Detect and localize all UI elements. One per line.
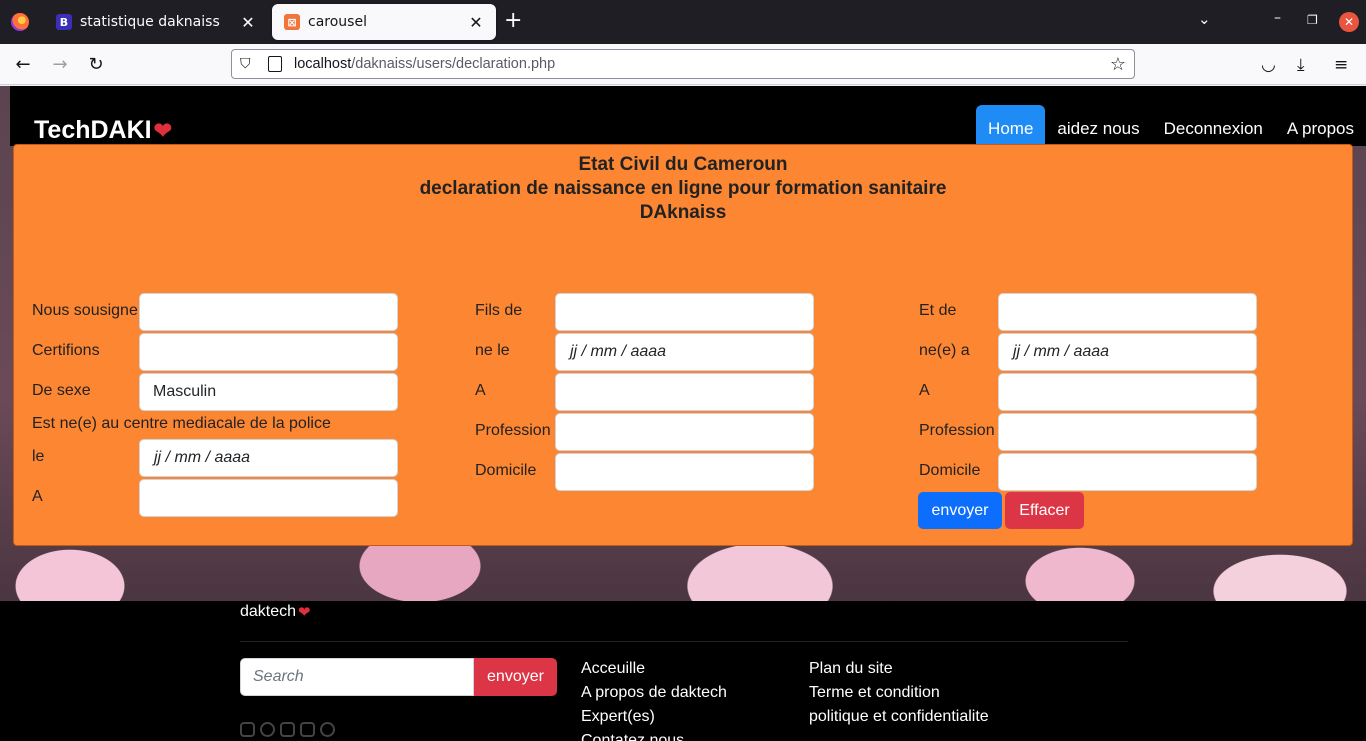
label-et-de: Et de: [919, 302, 957, 319]
firefox-icon[interactable]: [11, 13, 29, 31]
footer-link-experts[interactable]: Expert(es): [581, 705, 727, 729]
back-arrow-icon[interactable]: ←: [12, 54, 34, 76]
instagram-icon[interactable]: [240, 722, 255, 737]
new-tab-icon[interactable]: +: [504, 9, 522, 33]
bootstrap-favicon-icon: B: [56, 14, 72, 30]
mother-name-input[interactable]: [998, 293, 1257, 331]
reset-button[interactable]: Effacer: [1005, 492, 1084, 529]
footer-links-col2: Plan du site Terme et condition politiqu…: [809, 657, 989, 729]
mother-profession-input[interactable]: [998, 413, 1257, 451]
page-viewport: TechDAKI ❤ Home aidez nous Deconnexion A…: [0, 86, 1366, 741]
nav-aidez-nous[interactable]: aidez nous: [1045, 105, 1151, 146]
facebook-icon[interactable]: [260, 722, 275, 737]
footer-links-col1: Acceuille A propos de daktech Expert(es)…: [581, 657, 727, 741]
close-window-icon[interactable]: ✕: [1339, 12, 1359, 32]
hamburger-menu-icon[interactable]: ≡: [1334, 55, 1348, 75]
label-domicile: Domicile: [475, 462, 537, 479]
brand-name: TechDAKI: [34, 116, 152, 144]
label-a: A: [919, 382, 930, 399]
submit-button[interactable]: envoyer: [918, 492, 1002, 529]
download-icon[interactable]: ⤓: [1297, 55, 1305, 75]
mother-birth-date-input[interactable]: jj / mm / aaaa: [998, 333, 1257, 371]
nous-sousigne-input[interactable]: [139, 293, 398, 331]
label-ne-a: ne(e) a: [919, 342, 970, 359]
footer-link-contact[interactable]: Contatez nous: [581, 729, 727, 741]
footer-brand[interactable]: daktech ❤: [240, 603, 311, 621]
minimize-icon[interactable]: –: [1274, 10, 1281, 26]
footer-link-plan-du-site[interactable]: Plan du site: [809, 657, 989, 681]
label-nous-sousigne: Nous sousigne: [32, 302, 138, 319]
url-text[interactable]: localhost/daknaiss/users/declaration.php: [294, 56, 1110, 72]
site-navigation: Home aidez nous Deconnexion A propos: [976, 105, 1366, 146]
heart-hand-icon: ❤: [153, 117, 173, 143]
bookmark-star-icon[interactable]: ☆: [1110, 54, 1126, 75]
shield-icon[interactable]: ⛉: [240, 56, 256, 72]
url-bar[interactable]: ⛉ localhost/daknaiss/users/declaration.p…: [231, 49, 1135, 79]
label-le: le: [32, 448, 45, 465]
label-de-sexe: De sexe: [32, 382, 91, 399]
browser-navigation-bar: ← → ↻ ⛉ localhost/daknaiss/users/declara…: [0, 44, 1366, 85]
close-tab-icon[interactable]: ✕: [240, 13, 256, 32]
label-a: A: [475, 382, 486, 399]
page-icon[interactable]: [268, 56, 282, 72]
footer-search-button[interactable]: envoyer: [474, 658, 557, 696]
birth-date-input[interactable]: jj / mm / aaaa: [139, 439, 398, 477]
father-birth-date-input[interactable]: jj / mm / aaaa: [555, 333, 814, 371]
label-est-ne: Est ne(e) au centre mediacale de la poli…: [32, 415, 331, 432]
father-domicile-input[interactable]: [555, 453, 814, 491]
footer-link-acceuille[interactable]: Acceuille: [581, 657, 727, 681]
chevron-down-icon[interactable]: ⌄: [1198, 10, 1211, 28]
forward-arrow-icon[interactable]: →: [49, 54, 71, 76]
label-profession: Profession: [475, 422, 551, 439]
close-tab-icon[interactable]: ✕: [468, 13, 484, 32]
heart-hand-icon: ❤: [298, 604, 311, 621]
form-title: Etat Civil du Cameroun declaration de na…: [14, 153, 1352, 225]
reload-icon[interactable]: ↻: [85, 54, 107, 76]
certifions-input[interactable]: [139, 333, 398, 371]
father-name-input[interactable]: [555, 293, 814, 331]
title-line-3: DAknaiss: [639, 202, 727, 223]
label-fils-de: Fils de: [475, 302, 523, 319]
footer-search-input[interactable]: Search: [240, 658, 474, 696]
xampp-favicon-icon: ⊠: [284, 14, 300, 30]
tab-carousel[interactable]: ⊠ carousel ✕: [272, 4, 496, 40]
social-icons: [240, 722, 335, 737]
tab-title: carousel: [308, 14, 367, 30]
label-domicile: Domicile: [919, 462, 981, 479]
mother-birth-place-input[interactable]: [998, 373, 1257, 411]
pocket-icon[interactable]: ◡: [1261, 55, 1276, 75]
tab-title: statistique daknaiss: [80, 14, 220, 30]
title-line-1: Etat Civil du Cameroun: [578, 154, 788, 175]
label-ne-le: ne le: [475, 342, 510, 359]
url-host: localhost: [294, 56, 352, 72]
sexe-select[interactable]: Masculin: [139, 373, 398, 411]
footer-divider: [240, 641, 1128, 642]
footer-link-politique[interactable]: politique et confidentialite: [809, 705, 989, 729]
nav-deconnexion[interactable]: Deconnexion: [1152, 105, 1275, 146]
url-path: /daknaiss/users/declaration.php: [351, 56, 556, 72]
label-a: A: [32, 488, 43, 505]
father-profession-input[interactable]: [555, 413, 814, 451]
tab-statistique-daknaiss[interactable]: B statistique daknaiss ✕: [44, 4, 268, 40]
site-header: TechDAKI ❤ Home aidez nous Deconnexion A…: [10, 86, 1366, 146]
whatsapp-icon[interactable]: [320, 722, 335, 737]
nav-home[interactable]: Home: [976, 105, 1046, 146]
restore-icon[interactable]: ❐: [1307, 13, 1318, 27]
site-logo[interactable]: TechDAKI ❤: [34, 116, 172, 145]
twitter-icon[interactable]: [280, 722, 295, 737]
title-line-2: declaration de naissance en ligne pour f…: [419, 178, 947, 199]
label-profession: Profession: [919, 422, 995, 439]
site-footer: daktech ❤ Search envoyer Acceuille A pro…: [0, 601, 1366, 741]
birth-place-input[interactable]: [139, 479, 398, 517]
footer-link-a-propos[interactable]: A propos de daktech: [581, 681, 727, 705]
browser-tab-bar: B statistique daknaiss ✕ ⊠ carousel ✕ + …: [0, 0, 1366, 44]
nav-a-propos[interactable]: A propos: [1275, 105, 1366, 146]
declaration-form-panel: Etat Civil du Cameroun declaration de na…: [13, 144, 1353, 546]
mother-domicile-input[interactable]: [998, 453, 1257, 491]
label-certifions: Certifions: [32, 342, 100, 359]
footer-link-terme-condition[interactable]: Terme et condition: [809, 681, 989, 705]
father-birth-place-input[interactable]: [555, 373, 814, 411]
youtube-icon[interactable]: [300, 722, 315, 737]
footer-brand-name: daktech: [240, 603, 297, 620]
